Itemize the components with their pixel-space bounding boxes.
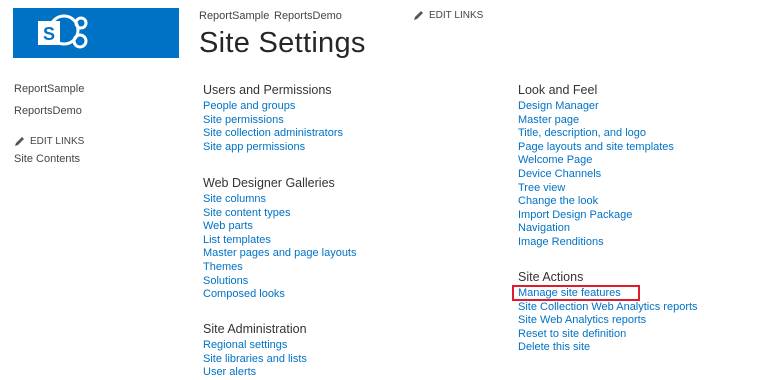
link-welcome-page[interactable]: Welcome Page [518, 154, 674, 168]
link-site-web-analytics-reports[interactable]: Site Web Analytics reports [518, 314, 698, 328]
link-reset-to-site-definition[interactable]: Reset to site definition [518, 328, 698, 342]
link-list: Regional settings Site libraries and lis… [203, 339, 307, 380]
link-list: Site columns Site content types Web part… [203, 193, 357, 302]
pencil-icon [15, 137, 24, 146]
link-list: People and groups Site permissions Site … [203, 100, 343, 154]
link-master-pages-and-page-layouts[interactable]: Master pages and page layouts [203, 247, 357, 261]
link-page-layouts-site-templates[interactable]: Page layouts and site templates [518, 141, 674, 155]
link-site-permissions[interactable]: Site permissions [203, 114, 343, 128]
section-title: Web Designer Galleries [203, 176, 335, 190]
left-edit-links-label: EDIT LINKS [30, 136, 85, 147]
edit-links-top[interactable]: EDIT LINKS [413, 10, 483, 21]
link-list: Design Manager Master page Title, descri… [518, 100, 674, 250]
top-nav-item-reportsdemo[interactable]: ReportsDemo [274, 10, 342, 22]
left-nav-site-contents[interactable]: Site Contents [14, 153, 80, 165]
link-delete-this-site[interactable]: Delete this site [518, 341, 698, 355]
section-title: Users and Permissions [203, 83, 332, 97]
link-user-alerts[interactable]: User alerts [203, 366, 307, 380]
link-image-renditions[interactable]: Image Renditions [518, 236, 674, 250]
link-site-collection-administrators[interactable]: Site collection administrators [203, 127, 343, 141]
link-site-collection-web-analytics-reports[interactable]: Site Collection Web Analytics reports [518, 301, 698, 315]
sharepoint-logo-icon: S [38, 14, 88, 49]
section-title: Look and Feel [518, 83, 598, 97]
link-title-description-logo[interactable]: Title, description, and logo [518, 127, 674, 141]
left-edit-links[interactable]: EDIT LINKS [14, 136, 84, 147]
svg-text:S: S [43, 24, 55, 44]
section-title: Site Administration [203, 322, 307, 336]
section-users-permissions: Users and Permissions People and groups … [203, 83, 343, 154]
link-design-manager[interactable]: Design Manager [518, 100, 674, 114]
section-site-actions: Site Actions Manage site features Site C… [518, 270, 698, 355]
link-site-columns[interactable]: Site columns [203, 193, 357, 207]
link-people-and-groups[interactable]: People and groups [203, 100, 343, 114]
link-tree-view[interactable]: Tree view [518, 182, 674, 196]
sharepoint-logo[interactable]: S [13, 8, 179, 58]
link-site-libraries-and-lists[interactable]: Site libraries and lists [203, 353, 307, 367]
link-change-the-look[interactable]: Change the look [518, 195, 674, 209]
link-composed-looks[interactable]: Composed looks [203, 288, 357, 302]
link-solutions[interactable]: Solutions [203, 275, 357, 289]
pencil-icon [414, 11, 423, 20]
link-themes[interactable]: Themes [203, 261, 357, 275]
link-web-parts[interactable]: Web parts [203, 220, 357, 234]
section-title: Site Actions [518, 270, 584, 284]
section-web-designer-galleries: Web Designer Galleries Site columns Site… [203, 176, 357, 302]
link-device-channels[interactable]: Device Channels [518, 168, 674, 182]
highlight-box [512, 285, 640, 301]
link-site-app-permissions[interactable]: Site app permissions [203, 141, 343, 155]
left-nav-item-reportsdemo[interactable]: ReportsDemo [14, 105, 82, 117]
top-nav-item-reportsample[interactable]: ReportSample [199, 10, 269, 22]
link-master-page[interactable]: Master page [518, 114, 674, 128]
link-navigation[interactable]: Navigation [518, 222, 674, 236]
edit-links-label: EDIT LINKS [429, 10, 484, 21]
link-regional-settings[interactable]: Regional settings [203, 339, 307, 353]
section-site-administration: Site Administration Regional settings Si… [203, 322, 307, 380]
left-nav-item-reportsample[interactable]: ReportSample [14, 83, 84, 95]
section-look-and-feel: Look and Feel Design Manager Master page… [518, 83, 674, 250]
link-import-design-package[interactable]: Import Design Package [518, 209, 674, 223]
page-title: Site Settings [199, 27, 366, 59]
link-site-content-types[interactable]: Site content types [203, 207, 357, 221]
link-list-templates[interactable]: List templates [203, 234, 357, 248]
